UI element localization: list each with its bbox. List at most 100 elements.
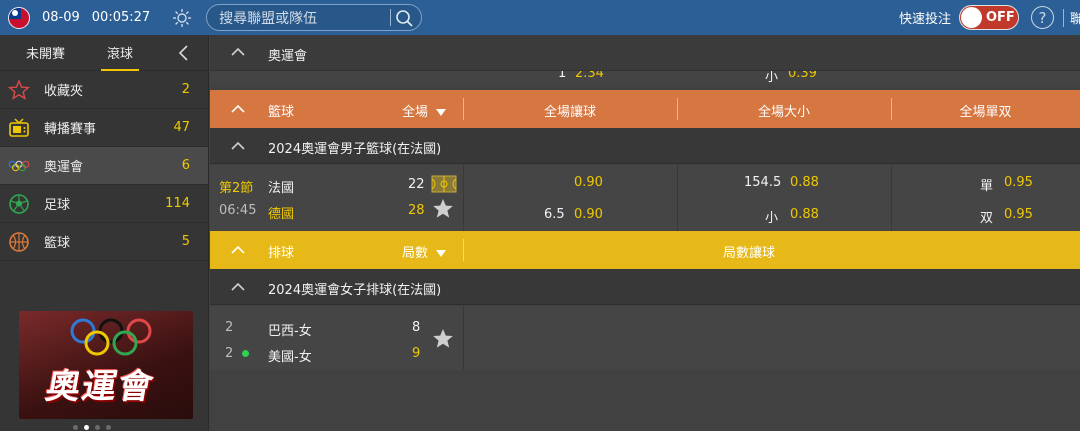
handicap-odds-away[interactable]: 0.90	[574, 207, 603, 222]
period-dropdown[interactable]: 全場	[402, 101, 447, 120]
top-bar: 08-09 00:05:27 搜尋聯盟或隊伍 快速投注 OFF ? 聯	[0, 0, 1080, 35]
chevron-up-icon[interactable]	[230, 46, 246, 61]
total-odds-under[interactable]: 0.88	[790, 207, 819, 222]
pagination-dot[interactable]	[106, 425, 111, 430]
even-odds[interactable]: 0.95	[1004, 207, 1033, 222]
team-home: 巴西-女	[268, 324, 312, 339]
peek-total-odds: 0.39	[788, 71, 817, 81]
league-header[interactable]: 2024奧運會女子排球(在法國)	[210, 269, 1080, 305]
sidebar-item-count: 2	[181, 82, 190, 97]
pagination-dot[interactable]	[95, 425, 100, 430]
chevron-up-icon[interactable]	[230, 140, 246, 155]
time-display: 00:05:27	[91, 10, 151, 25]
column-divider	[463, 165, 464, 231]
volleyball-sport-bar: 排球 局數 局數讓球	[210, 231, 1080, 269]
chevron-up-icon[interactable]	[230, 244, 246, 259]
brightness-icon[interactable]	[172, 8, 192, 28]
search-divider	[390, 9, 392, 26]
caret-down-icon	[436, 109, 447, 116]
period-dropdown-value: 全場	[402, 105, 429, 120]
league-title: 2024奧運會女子排球(在法國)	[268, 283, 442, 298]
sidebar: 未開賽 滾球 收藏夾 2 轉播賽事 47 奧運會 6 足球 114 籃球 5 奧…	[0, 35, 209, 431]
tab-upcoming[interactable]: 未開賽	[26, 43, 65, 62]
column-header-odd-even: 全場單双	[959, 105, 1012, 120]
sidebar-item-broadcast[interactable]: 轉播賽事 47	[0, 109, 208, 147]
period-dropdown[interactable]: 局數	[402, 242, 447, 261]
sidebar-item-count: 5	[181, 234, 190, 249]
even-label: 双	[980, 211, 994, 226]
tab-live[interactable]: 滾球	[101, 43, 140, 71]
favorite-star-icon[interactable]	[432, 198, 454, 223]
sidebar-item-label: 收藏夾	[44, 84, 84, 99]
star-icon	[8, 78, 30, 101]
caret-down-icon	[436, 250, 447, 257]
chevron-up-icon[interactable]	[230, 103, 246, 118]
taiwan-flag-icon[interactable]	[8, 6, 30, 29]
sidebar-item-soccer[interactable]: 足球 114	[0, 185, 208, 223]
total-odds-over[interactable]: 0.88	[790, 175, 819, 190]
soccer-ball-icon	[8, 193, 30, 215]
score-away: 28	[408, 203, 425, 218]
sport-title: 排球	[268, 246, 295, 261]
sidebar-item-favorites[interactable]: 收藏夾 2	[0, 71, 208, 109]
score-away: 9	[412, 346, 421, 361]
sidebar-item-label: 奧運會	[44, 160, 84, 175]
team-away: 德國	[268, 207, 295, 222]
main-content: 奧運會 1 2.34 小 0.39 籃球 全場 全場讓球 全場大小 全場單双 2…	[210, 35, 1080, 431]
match-clock: 06:45	[219, 203, 257, 218]
olympics-section-header[interactable]: 奧運會	[210, 35, 1080, 71]
quick-bet-toggle[interactable]: OFF	[959, 5, 1019, 30]
pagination-dot[interactable]	[73, 425, 78, 430]
search-placeholder: 搜尋聯盟或隊伍	[219, 10, 318, 27]
search-icon[interactable]	[395, 9, 414, 32]
match-row: 2 2 巴西-女 美國-女 8 9	[210, 306, 1080, 370]
match-period: 第2節	[219, 181, 254, 196]
column-divider	[891, 165, 892, 231]
sidebar-item-basketball[interactable]: 籃球 5	[0, 223, 208, 261]
handicap-line: 6.5	[544, 207, 565, 222]
sidebar-item-count: 6	[181, 158, 190, 173]
match-row: 第2節 06:45 法國 德國 22 28 0.90 6.5 0.90 154.…	[210, 165, 1080, 231]
date-display: 08-09	[42, 10, 80, 25]
topbar-more-link[interactable]: 聯	[1070, 8, 1080, 27]
set-count-home: 2	[225, 320, 234, 335]
tv-icon	[8, 117, 30, 139]
previous-match-row: 1 2.34 小 0.39	[210, 71, 1080, 85]
sidebar-item-count: 47	[173, 120, 190, 135]
league-header[interactable]: 2024奧運會男子籃球(在法國)	[210, 128, 1080, 164]
olympics-promo-banner[interactable]: 奧運會	[19, 311, 193, 419]
court-icon[interactable]	[431, 175, 457, 197]
help-icon[interactable]: ?	[1031, 6, 1054, 29]
handicap-odds-home[interactable]: 0.90	[574, 175, 603, 190]
peek-total-label: 小	[765, 71, 779, 85]
sidebar-item-olympics[interactable]: 奧運會 6	[0, 147, 208, 185]
column-header-total: 全場大小	[757, 105, 810, 120]
chevron-up-icon[interactable]	[230, 281, 246, 296]
olympic-rings-icon	[8, 155, 30, 177]
topbar-divider	[1063, 8, 1064, 27]
search-input[interactable]: 搜尋聯盟或隊伍	[206, 4, 423, 32]
favorite-star-icon[interactable]	[432, 328, 454, 353]
section-title: 奧運會	[268, 49, 308, 64]
total-line: 154.5	[744, 175, 782, 190]
toggle-state: OFF	[986, 10, 1015, 25]
league-title: 2024奧運會男子籃球(在法國)	[268, 142, 442, 157]
pagination-dot[interactable]	[84, 425, 89, 430]
banner-title: 奧運會	[42, 367, 158, 407]
team-home: 法國	[268, 181, 295, 196]
collapse-chevron-icon[interactable]	[178, 44, 190, 66]
sidebar-item-label: 足球	[44, 198, 71, 213]
sidebar-item-label: 籃球	[44, 236, 71, 251]
olympic-rings-logo-icon	[70, 318, 152, 356]
set-count-away: 2	[225, 346, 234, 361]
odd-label: 單	[980, 179, 994, 194]
toggle-knob	[961, 7, 982, 28]
score-home: 8	[412, 320, 421, 335]
serve-indicator-icon	[242, 350, 249, 357]
odd-odds[interactable]: 0.95	[1004, 175, 1033, 190]
sidebar-tabs: 未開賽 滾球	[0, 35, 208, 71]
period-dropdown-value: 局數	[402, 246, 429, 261]
column-divider	[677, 165, 678, 231]
peek-handicap-odds: 2.34	[575, 71, 604, 81]
column-header-handicap: 全場讓球	[543, 105, 596, 120]
